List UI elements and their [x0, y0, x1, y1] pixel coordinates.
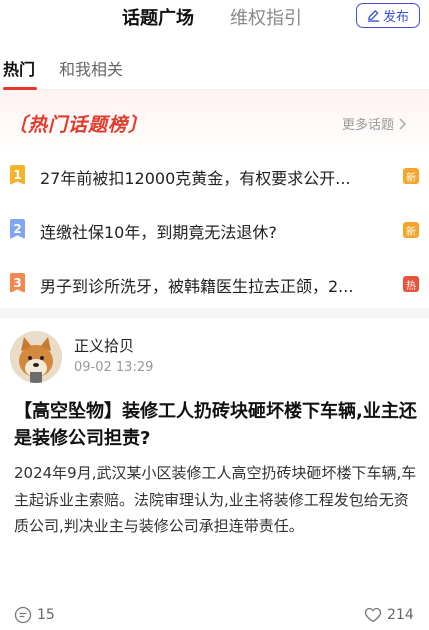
- chevron-right-icon: [399, 117, 407, 130]
- heart-icon: [364, 607, 382, 623]
- post-timestamp: 09-02 13:29: [74, 360, 154, 375]
- like-button[interactable]: 214: [364, 606, 414, 624]
- more-topics-link[interactable]: 更多话题: [342, 114, 407, 133]
- hot-topic-text: 男子到诊所洗牙，被韩籍医生拉去正颌，2...: [40, 277, 354, 296]
- comment-icon: [14, 606, 32, 624]
- hot-topic-text: 连缴社保10年，到期竟无法退休?: [40, 223, 277, 242]
- hot-topic-item[interactable]: 1 27年前被扣12000克黄金，有权要求公开... 新: [0, 160, 429, 190]
- publish-button[interactable]: 发布: [356, 3, 420, 28]
- rank-badge-icon: 2: [10, 219, 25, 239]
- post-actions: 15 214: [0, 604, 429, 630]
- tab-topic-square[interactable]: 话题广场: [122, 4, 194, 30]
- hot-topics-card: 〔热门话题榜〕 更多话题 1 27年前被扣12000克黄金，有权要求公开... …: [0, 90, 429, 308]
- hot-badge: 热: [403, 276, 419, 292]
- hot-topic-text: 27年前被扣12000克黄金，有权要求公开...: [40, 169, 351, 188]
- new-badge: 新: [403, 222, 419, 238]
- rank-badge-icon: 1: [10, 165, 25, 185]
- comment-button[interactable]: 15: [14, 606, 55, 624]
- top-header: 话题广场 维权指引 发布: [0, 0, 429, 35]
- tab-related-to-me[interactable]: 和我相关: [59, 56, 123, 80]
- hot-topic-item[interactable]: 3 男子到诊所洗牙，被韩籍医生拉去正颌，2... 热: [0, 268, 429, 298]
- hot-topics-title-text: 热门话题榜: [28, 114, 129, 136]
- sub-tabs: 热门 和我相关: [0, 35, 429, 90]
- new-badge: 新: [403, 168, 419, 184]
- edit-icon: [367, 10, 380, 22]
- dog-avatar-icon: [10, 331, 62, 383]
- post-body[interactable]: 2024年9月,武汉某小区装修工人高空扔砖块砸坏楼下车辆,车主起诉业主索赔。法院…: [14, 460, 418, 540]
- post-card[interactable]: 正义拾贝 09-02 13:29 【高空坠物】装修工人扔砖块砸坏楼下车辆,业主还…: [0, 318, 429, 630]
- more-topics-label: 更多话题: [342, 118, 395, 133]
- avatar[interactable]: [10, 331, 62, 383]
- rank-badge-icon: 3: [10, 273, 25, 293]
- hot-topic-item[interactable]: 2 连缴社保10年，到期竟无法退休? 新: [0, 214, 429, 244]
- author-name[interactable]: 正义拾贝: [74, 335, 134, 356]
- publish-label: 发布: [382, 10, 409, 25]
- post-title[interactable]: 【高空坠物】装修工人扔砖块砸坏楼下车辆,业主还是装修公司担责?: [14, 398, 418, 452]
- hot-topics-title: 〔热门话题榜〕: [8, 114, 149, 136]
- comment-count: 15: [37, 607, 55, 623]
- tab-rights-guide[interactable]: 维权指引: [230, 4, 302, 30]
- tab-hot[interactable]: 热门: [3, 56, 35, 80]
- like-count: 214: [387, 607, 414, 623]
